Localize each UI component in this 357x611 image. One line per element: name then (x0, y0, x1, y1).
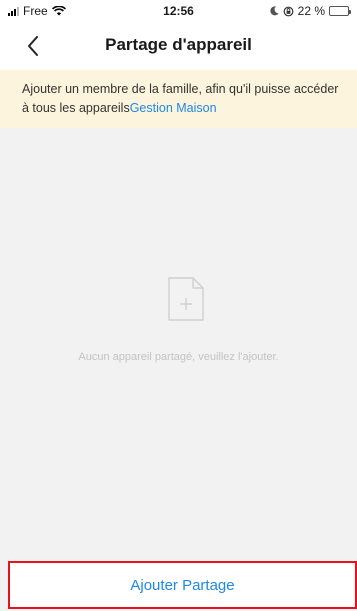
add-share-label: Ajouter Partage (130, 576, 235, 594)
battery-percent: 22 % (297, 4, 325, 18)
moon-icon (270, 6, 279, 16)
status-bar: Free 12:56 22 % (0, 0, 357, 22)
orientation-lock-icon (283, 6, 294, 16)
info-banner: Ajouter un membre de la famille, afin qu… (0, 70, 357, 128)
navigation-bar: Partage d'appareil (0, 22, 357, 70)
add-share-button[interactable]: Ajouter Partage (8, 561, 357, 609)
add-document-icon (168, 277, 204, 321)
empty-state: Aucun appareil partagé, veuillez l'ajout… (0, 128, 357, 560)
battery-icon (329, 6, 351, 16)
page-title: Partage d'appareil (105, 35, 252, 54)
empty-message: Aucun appareil partagé, veuillez l'ajout… (78, 351, 279, 363)
status-right: 22 % (270, 4, 351, 18)
gestion-maison-link[interactable]: Gestion Maison (130, 101, 217, 115)
